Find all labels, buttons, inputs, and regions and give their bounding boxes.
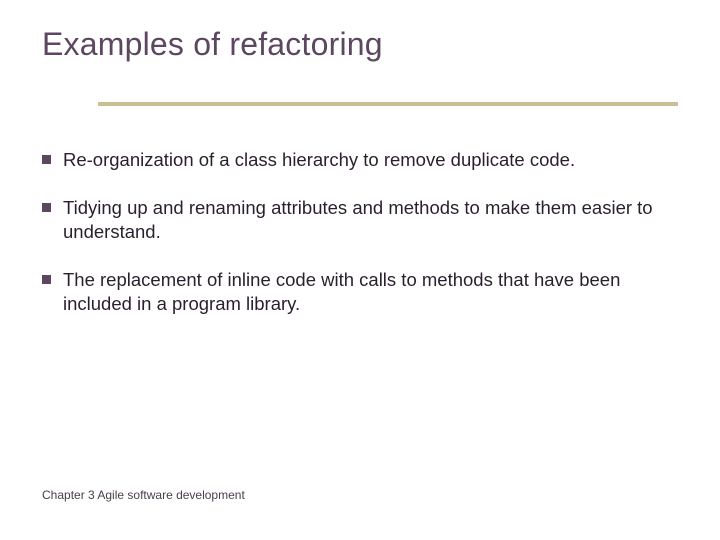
list-item: The replacement of inline code with call… bbox=[42, 268, 670, 316]
list-item-text: The replacement of inline code with call… bbox=[63, 268, 670, 316]
title-underline bbox=[98, 102, 678, 106]
list-item: Tidying up and renaming attributes and m… bbox=[42, 196, 670, 244]
square-bullet-icon bbox=[42, 203, 51, 212]
bullet-list: Re-organization of a class hierarchy to … bbox=[42, 148, 670, 340]
square-bullet-icon bbox=[42, 155, 51, 164]
square-bullet-icon bbox=[42, 275, 51, 284]
footer-text: Chapter 3 Agile software development bbox=[42, 488, 245, 502]
slide: Examples of refactoring Re-organization … bbox=[0, 0, 720, 540]
list-item: Re-organization of a class hierarchy to … bbox=[42, 148, 670, 172]
list-item-text: Re-organization of a class hierarchy to … bbox=[63, 148, 575, 172]
list-item-text: Tidying up and renaming attributes and m… bbox=[63, 196, 670, 244]
page-title: Examples of refactoring bbox=[42, 26, 383, 63]
